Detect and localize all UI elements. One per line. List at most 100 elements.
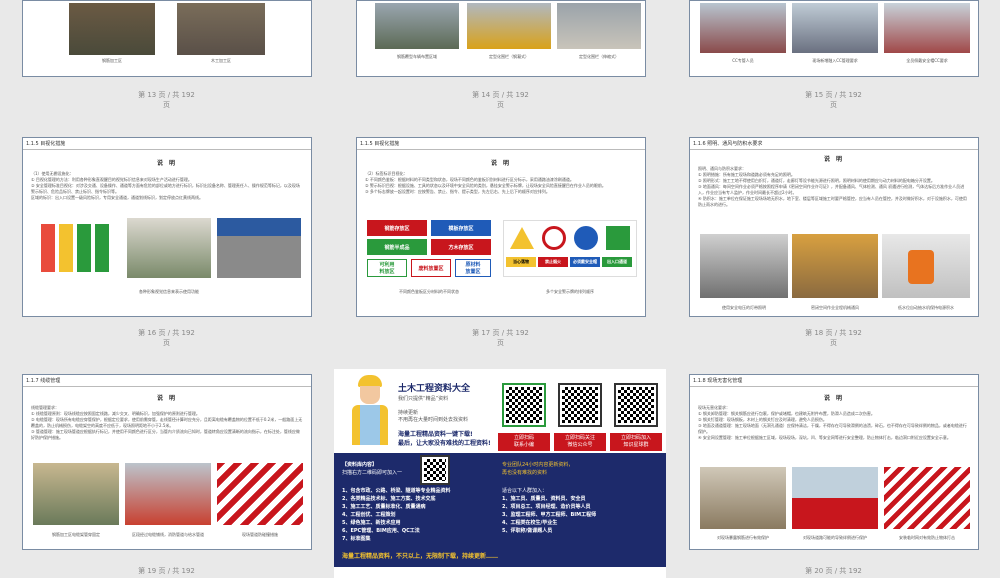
ad-line3: 不用再在大量时间到处去找资料 bbox=[398, 417, 469, 423]
photo-rebar-area bbox=[69, 3, 155, 55]
photo-pipes bbox=[125, 463, 211, 525]
sign-waste: 废料放置区 bbox=[411, 259, 451, 277]
photo-road-barrier bbox=[792, 467, 878, 529]
page-number: 第 13 页 / 共 192 页 bbox=[138, 91, 195, 109]
body-text: 现场无害化要求： ① 钢关卸防管理：钢关钢筋应进行包裹，保护或堵帽，也建筑无附件布… bbox=[698, 405, 967, 440]
caption: 低水位自动抽水机保持电源积水 bbox=[898, 305, 954, 310]
body-text: 线缆管理要求： ① 线缆管理原则：现场线缆应按照固定线路，减少交叉、明确标识，加强… bbox=[31, 405, 303, 440]
photo-safety-net bbox=[884, 467, 970, 529]
scan-contact-button[interactable]: 立即扫码 联系小编 bbox=[498, 433, 550, 451]
caption: 钢筋覆型车辆布置区域 bbox=[397, 54, 437, 59]
page-17-sheet: 1.1.5 目视化措施 说 明 （2）标签标识目视化： ① 不同颜色鉴板：根据材料… bbox=[356, 137, 646, 317]
qr-code-wechat[interactable] bbox=[558, 383, 602, 427]
caption: CC专管人员 bbox=[732, 58, 754, 63]
photo-wood-area bbox=[177, 3, 265, 55]
page-number: 第 16 页 / 共 192 页 bbox=[138, 329, 195, 347]
audience-items: 1、施工员、质量员、资料员、安全员 2、项目总工、项目经理、造价员等人员 3、监理工… bbox=[502, 496, 597, 534]
page-17: 1.1.5 目视化措施 说 明 （2）标签标识目视化： ① 不同颜色鉴板：根据材料… bbox=[334, 110, 667, 347]
page-title: 说 明 bbox=[490, 160, 512, 167]
page-number: 第 20 页 / 共 192 bbox=[805, 567, 862, 575]
caption: 对现场道路可能的导致绊倒进行保护 bbox=[803, 535, 867, 540]
sign-label: 出入口通道 bbox=[602, 257, 632, 267]
caption: 区段经过电缆铺线，消防管道与给水管道 bbox=[132, 532, 204, 537]
falling-object-warning-icon bbox=[510, 227, 534, 249]
page-13-sheet: 钢筋加工区 木工加工区 bbox=[22, 0, 312, 77]
caption: 多个安全警示牌的排列顺序 bbox=[546, 289, 594, 294]
caption: 使用安全电压的灯带照明 bbox=[722, 305, 766, 310]
page-13: 钢筋加工区 木工加工区 第 13 页 / 共 192 页 bbox=[0, 0, 333, 109]
photo-tunnel-light bbox=[700, 234, 788, 298]
qr-code-planet[interactable] bbox=[614, 383, 658, 427]
body-text: （2）标签标识目视化： ① 不同颜色鉴板：根据材料的不同类型和状态，现场不同颜色的… bbox=[365, 171, 606, 194]
page-title: 说 明 bbox=[156, 160, 178, 167]
caption: 现场新增融入CC管理要求 bbox=[812, 58, 858, 63]
photo-warehouse bbox=[127, 218, 211, 278]
page-20-sheet: 1.1.8 现场无害化管理 说 明 现场无害化要求： ① 钢关卸防管理：钢关钢筋应… bbox=[689, 374, 979, 550]
page-19: 1.1.7 线缆管理 说 明 线缆管理要求： ① 线缆管理原则：现场线缆应按照固定… bbox=[0, 346, 333, 578]
caption: 密闭空间作业全程机械通风 bbox=[811, 305, 859, 310]
page-title: 说 明 bbox=[823, 156, 845, 163]
caption: 对现场暴露钢筋进行有效保护 bbox=[717, 535, 769, 540]
sign-reusable: 可利用 料放区 bbox=[367, 259, 407, 277]
photo-workers-2 bbox=[792, 3, 878, 53]
page-19-sheet: 1.1.7 线缆管理 说 明 线缆管理要求： ① 线缆管理原则：现场线缆应按照固定… bbox=[22, 374, 312, 550]
page-18: 1.1.6 照明、通风与防积水要求 说 明 照明、通风与防积水要求： ① 照明措施… bbox=[667, 110, 1000, 347]
section-heading: 1.1.6 照明、通风与防积水要求 bbox=[690, 138, 978, 150]
engineer-avatar-icon bbox=[348, 375, 392, 451]
page-15-sheet: CC专管人员 现场新增融入CC管理要求 全员佩戴安全帽CC要求 bbox=[689, 0, 979, 77]
photo-barrier bbox=[217, 463, 303, 525]
page-16: 1.1.5 目视化措施 说 明 （1）使用无棚设施化： ① 目视化管理的方法：利用… bbox=[0, 110, 333, 347]
right-sub: 再也没有难找的资料 bbox=[502, 470, 548, 476]
caption: 不同颜色鉴板区分材料的不同状态 bbox=[399, 289, 459, 294]
ad-title: 土木工程资料大全 bbox=[398, 384, 471, 394]
ad-footer: 海量工程精品资料，不只以上，无限制下载，持续更新…… bbox=[342, 553, 499, 560]
page-14: 钢筋覆型车辆布置区域 定型化围栏（钢凝式） 定型化围栏（伸缩式） 第 14 页 … bbox=[334, 0, 667, 109]
section-heading: 1.1.5 目视化措施 bbox=[23, 138, 311, 150]
page-16-sheet: 1.1.5 目视化措施 说 明 （1）使用无棚设施化： ① 目视化管理的方法：利用… bbox=[22, 137, 312, 317]
page-title: 说 明 bbox=[823, 395, 845, 402]
caption: 钢筋加工区 bbox=[102, 58, 122, 63]
caption: 安装临时网对有效防止物体打击 bbox=[899, 535, 955, 540]
resource-advert: 土木工程资料大全 我们只提供“精品”资料 持续更新 不用再在大量时间到处去找资料… bbox=[334, 369, 666, 578]
sign-label: 当心落物 bbox=[506, 257, 536, 267]
resource-items: 1、包含市政、公路、桥梁、隧道等专业精品资料 2、各类精品技术标、施工方案、技术交… bbox=[342, 488, 451, 542]
helmet-icon bbox=[574, 226, 598, 250]
photo-cable-rack bbox=[33, 463, 119, 525]
photo-gate bbox=[217, 218, 301, 278]
no-fire-icon bbox=[542, 226, 566, 250]
exit-icon bbox=[606, 226, 630, 250]
page-14-sheet: 钢筋覆型车辆布置区域 定型化围栏（钢凝式） 定型化围栏（伸缩式） bbox=[356, 0, 646, 77]
sign-label: 必须戴安全帽 bbox=[570, 257, 600, 267]
photo-pump bbox=[882, 234, 970, 298]
body-text: （1）使用无棚设施化： ① 目视化管理的方法：利用各种形象直观醒目的视觉标识信息来… bbox=[31, 171, 300, 200]
ad-line5: 最后，让大家没有难找的工程资料! bbox=[398, 440, 491, 447]
scan-planet-button[interactable]: 立即扫码加入 知识星球群 bbox=[610, 433, 662, 451]
warning-sign-panel: 当心落物 禁止烟火 必须戴安全帽 出入口通道 bbox=[503, 220, 637, 277]
caption: 现场管道防碰撞措施 bbox=[242, 532, 278, 537]
scan-wechat-button[interactable]: 立即扫码关注 微信公众号 bbox=[554, 433, 606, 451]
page-title: 说 明 bbox=[156, 395, 178, 402]
qr-code-contact[interactable] bbox=[502, 383, 546, 427]
page-number: 第 19 页 / 共 192 bbox=[138, 567, 195, 575]
qr-code-join[interactable] bbox=[420, 455, 450, 485]
page-number: 第 14 页 / 共 192 页 bbox=[472, 91, 529, 109]
photo-truck bbox=[375, 3, 459, 49]
sign-raw-material: 原材料 放置区 bbox=[455, 259, 491, 277]
caption: 定型化围栏（钢凝式） bbox=[489, 54, 529, 59]
photo-ventilation bbox=[792, 234, 878, 298]
photo-tags bbox=[37, 218, 121, 278]
page-number: 第 15 页 / 共 192 页 bbox=[805, 91, 862, 109]
ad-line1: 我们只提供“精品”资料 bbox=[398, 396, 449, 402]
caption: 木工加工区 bbox=[211, 58, 231, 63]
ad-line4: 海量工程精品资料一键下载! bbox=[398, 431, 473, 438]
navy-sub: 扫描右方二维码即可加入一 bbox=[342, 470, 403, 476]
section-heading: 1.1.5 目视化措施 bbox=[357, 138, 645, 150]
photo-workers bbox=[700, 3, 786, 53]
navy-title: 【资料库内容】 bbox=[342, 462, 378, 468]
photo-fence-steel bbox=[467, 3, 551, 49]
photo-fence-telescopic bbox=[557, 3, 641, 49]
caption: 全员佩戴安全帽CC要求 bbox=[906, 58, 948, 63]
caption: 各种形象视觉信息来表示使用功能 bbox=[139, 289, 199, 294]
right-head: 适合以下人群加入： bbox=[502, 488, 548, 494]
sign-timber-storage: 方木存放区 bbox=[431, 239, 491, 255]
